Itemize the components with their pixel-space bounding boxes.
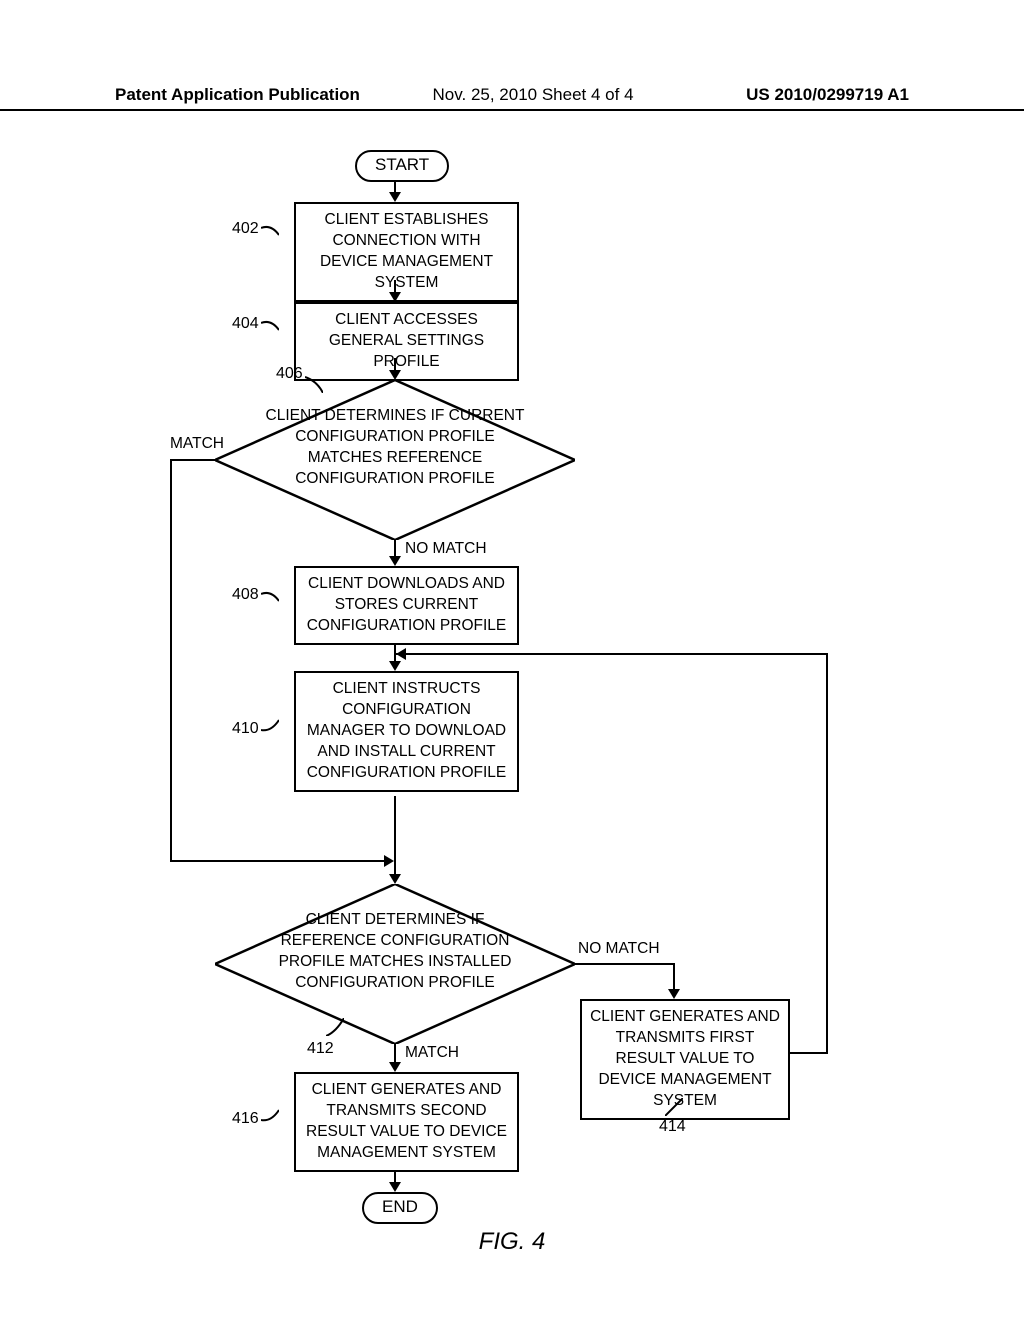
leader-tick (261, 716, 279, 734)
leader-tick (326, 1018, 344, 1036)
step-414: CLIENT GENERATES AND TRANSMITS FIRST RES… (580, 999, 790, 1120)
connector (673, 963, 675, 991)
arrow-right-icon (384, 855, 394, 867)
arrow-left-icon (396, 648, 406, 660)
decision-412 (215, 884, 575, 1044)
arrow-down-icon (389, 292, 401, 302)
arrow-down-icon (389, 874, 401, 884)
ref-412: 412 (307, 1040, 334, 1058)
connector (394, 796, 396, 876)
page-header: Patent Application Publication Nov. 25, … (0, 85, 1024, 111)
connector (575, 963, 675, 965)
arrow-down-icon (389, 661, 401, 671)
step-402: CLIENT ESTABLISHES CONNECTION WITH DEVIC… (294, 202, 519, 302)
end-terminal: END (362, 1192, 438, 1224)
decision-406 (215, 380, 575, 540)
arrow-down-icon (389, 370, 401, 380)
ref-416: 416 (232, 1110, 259, 1128)
figure-caption: FIG. 4 (0, 1228, 1024, 1256)
connector (788, 1052, 828, 1054)
date-sheet-label: Nov. 25, 2010 Sheet 4 of 4 (433, 85, 634, 105)
leader-tick (261, 317, 279, 335)
publication-label: Patent Application Publication (115, 85, 360, 105)
arrow-down-icon (389, 192, 401, 202)
flowchart: START CLIENT ESTABLISHES CONNECTION WITH… (0, 140, 1024, 1280)
ref-408: 408 (232, 586, 259, 604)
start-terminal: START (355, 150, 449, 182)
arrow-down-icon (389, 556, 401, 566)
connector (170, 459, 216, 461)
step-416: CLIENT GENERATES AND TRANSMITS SECOND RE… (294, 1072, 519, 1172)
branch-no-match: NO MATCH (405, 540, 487, 558)
arrow-down-icon (389, 1062, 401, 1072)
connector (170, 459, 172, 862)
leader-tick (261, 222, 279, 240)
pubnum-label: US 2010/0299719 A1 (746, 85, 909, 105)
leader-tick (261, 1106, 279, 1124)
arrow-down-icon (389, 1182, 401, 1192)
ref-406: 406 (276, 365, 303, 383)
branch-match: MATCH (170, 435, 224, 453)
step-410: CLIENT INSTRUCTS CONFIGURATION MANAGER T… (294, 671, 519, 792)
ref-404: 404 (232, 315, 259, 333)
connector (170, 860, 386, 862)
step-408: CLIENT DOWNLOADS AND STORES CURRENT CONF… (294, 566, 519, 645)
ref-402: 402 (232, 220, 259, 238)
arrow-down-icon (668, 989, 680, 999)
connector (394, 1044, 396, 1064)
branch-match-2: MATCH (405, 1044, 459, 1062)
leader-tick (261, 588, 279, 606)
connector (826, 653, 828, 1054)
connector (396, 653, 828, 655)
leader-tick (305, 375, 323, 393)
leader-tick (665, 1098, 683, 1116)
step-404: CLIENT ACCESSES GENERAL SETTINGS PROFILE (294, 302, 519, 381)
branch-no-match-2: NO MATCH (578, 940, 660, 958)
ref-410: 410 (232, 720, 259, 738)
ref-414: 414 (659, 1118, 686, 1136)
